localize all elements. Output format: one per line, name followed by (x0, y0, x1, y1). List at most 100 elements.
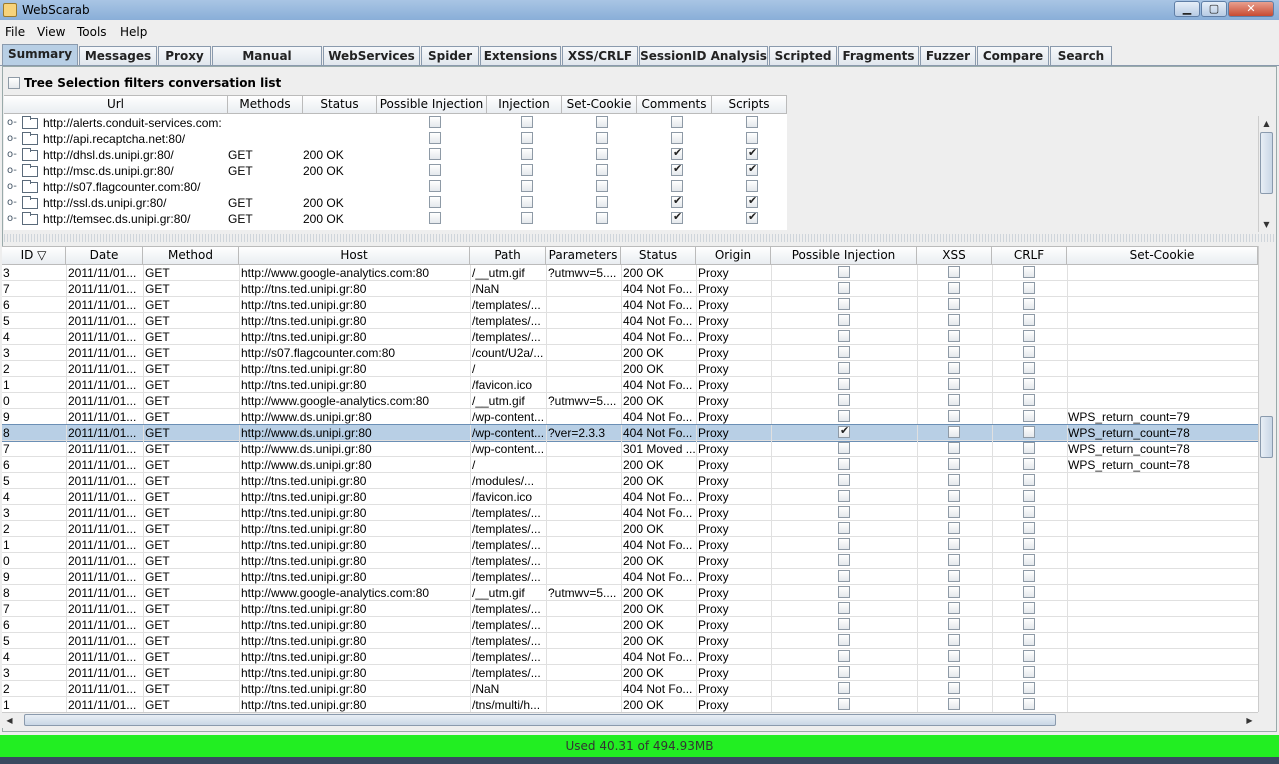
table-row[interactable]: 5 2011/11/01... GET http://tns.ted.unipi.gr… (2, 473, 1258, 489)
tree-row[interactable]: o-http://alerts.conduit-services.com: (4, 115, 787, 131)
tab-fuzzer[interactable]: Fuzzer (920, 46, 976, 66)
table-row[interactable]: 3 2011/11/01... GET http://www.google-analy… (2, 265, 1258, 281)
table-row[interactable]: 7 2011/11/01... GET http://tns.ted.unipi.gr… (2, 281, 1258, 297)
tree-vertical-scrollbar[interactable]: ▲ ▼ (1258, 116, 1274, 232)
tab-summary[interactable]: Summary (2, 44, 78, 66)
maximize-button[interactable]: ▢ (1201, 1, 1227, 17)
col-methods[interactable]: Methods (228, 95, 303, 114)
col-method[interactable]: Method (143, 246, 239, 265)
tree-scroll-thumb[interactable] (1260, 132, 1273, 194)
table-row[interactable]: 9 2011/11/01... GET http://tns.ted.unipi.gr… (2, 569, 1258, 585)
table-row[interactable]: 4 2011/11/01... GET http://tns.ted.unipi.gr… (2, 329, 1258, 345)
menu-view[interactable]: View (37, 25, 65, 39)
table-row[interactable]: 0 2011/11/01... GET http://www.google-analy… (2, 393, 1258, 409)
expand-node-icon[interactable]: o- (7, 149, 19, 160)
table-row[interactable]: 2 2011/11/01... GET http://tns.ted.unipi.gr… (2, 361, 1258, 377)
table-row[interactable]: 5 2011/11/01... GET http://tns.ted.unipi.gr… (2, 633, 1258, 649)
row-host: http://tns.ted.unipi.gr:80 (241, 362, 367, 376)
tree-row[interactable]: o-http://msc.ds.unipi.gr:80/GET 200 OK (4, 162, 787, 179)
table-row[interactable]: 8 2011/11/01... GET http://www.ds.unipi.gr:… (2, 424, 1258, 442)
table-row[interactable]: 2 2011/11/01... GET http://tns.ted.unipi.gr… (2, 521, 1258, 537)
tree-row[interactable]: o-http://temsec.ds.unipi.gr:80/GET 200 OK (4, 210, 787, 227)
col-parameters[interactable]: Parameters (546, 246, 621, 265)
col-path[interactable]: Path (470, 246, 546, 265)
tree-row[interactable]: o-http://api.recaptcha.net:80/ (4, 131, 787, 147)
table-row[interactable]: 9 2011/11/01... GET http://www.ds.unipi.gr:… (2, 409, 1258, 425)
table-row[interactable]: 4 2011/11/01... GET http://tns.ted.unipi.gr… (2, 649, 1258, 665)
table-row[interactable]: 6 2011/11/01... GET http://tns.ted.unipi.gr… (2, 617, 1258, 633)
scroll-up-icon[interactable]: ▲ (1259, 116, 1274, 131)
col-status[interactable]: Status (303, 95, 377, 114)
col-url[interactable]: Url (4, 95, 228, 114)
conversation-horizontal-scrollbar[interactable]: ◀ ▶ (2, 712, 1258, 728)
table-row[interactable]: 3 2011/11/01... GET http://tns.ted.unipi.gr… (2, 505, 1258, 521)
table-row[interactable]: 1 2011/11/01... GET http://tns.ted.unipi.gr… (2, 377, 1258, 393)
expand-node-icon[interactable]: o- (7, 213, 19, 224)
table-row[interactable]: 1 2011/11/01... GET http://tns.ted.unipi.gr… (2, 697, 1258, 712)
table-row[interactable]: 1 2011/11/01... GET http://tns.ted.unipi.gr… (2, 537, 1258, 553)
expand-node-icon[interactable]: o- (7, 117, 19, 128)
scroll-right-icon[interactable]: ▶ (1242, 713, 1257, 728)
conversation-vertical-scrollbar[interactable] (1258, 246, 1274, 712)
tab-search[interactable]: Search (1050, 46, 1112, 66)
scroll-left-icon[interactable]: ◀ (2, 713, 17, 728)
tree-row[interactable]: o-http://ssl.ds.unipi.gr:80/GET 200 OK (4, 194, 787, 211)
col-id[interactable]: ID ▽ (2, 246, 66, 265)
tree-row[interactable]: o-http://dhsl.ds.unipi.gr:80/GET 200 OK (4, 146, 787, 163)
tree-row[interactable]: o-http://s07.flagcounter.com:80/ (4, 179, 787, 195)
col-xss[interactable]: XSS (917, 246, 992, 265)
col-possible-injection-main[interactable]: Possible Injection (771, 246, 917, 265)
table-row[interactable]: 2 2011/11/01... GET http://tns.ted.unipi.gr… (2, 681, 1258, 697)
table-row[interactable]: 6 2011/11/01... GET http://tns.ted.unipi.gr… (2, 297, 1258, 313)
table-row[interactable]: 0 2011/11/01... GET http://tns.ted.unipi.gr… (2, 553, 1258, 569)
table-row[interactable]: 5 2011/11/01... GET http://tns.ted.unipi.gr… (2, 313, 1258, 329)
scroll-down-icon[interactable]: ▼ (1259, 217, 1274, 232)
col-origin[interactable]: Origin (696, 246, 771, 265)
row-flag-checkbox (838, 538, 850, 550)
split-pane-divider[interactable] (4, 234, 1275, 242)
tab-manual-request[interactable]: Manual Request (212, 46, 322, 81)
tab-spider[interactable]: Spider (421, 46, 479, 66)
tab-compare[interactable]: Compare (977, 46, 1049, 66)
table-row[interactable]: 3 2011/11/01... GET http://tns.ted.unipi.gr… (2, 665, 1258, 681)
expand-node-icon[interactable]: o- (7, 181, 19, 192)
tree-filter-checkbox[interactable] (8, 77, 20, 89)
col-host[interactable]: Host (239, 246, 470, 265)
col-possible-injection[interactable]: Possible Injection (377, 95, 487, 114)
table-row[interactable]: 7 2011/11/01... GET http://www.ds.unipi.gr:… (2, 441, 1258, 457)
menu-file[interactable]: File (5, 25, 25, 39)
tree-flag-checkbox (429, 212, 441, 224)
col-status-main[interactable]: Status (621, 246, 696, 265)
col-scripts[interactable]: Scripts (712, 95, 787, 114)
table-row[interactable]: 7 2011/11/01... GET http://tns.ted.unipi.gr… (2, 601, 1258, 617)
expand-node-icon[interactable]: o- (7, 133, 19, 144)
col-date[interactable]: Date (66, 246, 143, 265)
tab-webservices[interactable]: WebServices (323, 46, 420, 66)
horizontal-scroll-thumb[interactable] (24, 714, 1056, 726)
minimize-button[interactable]: ▁ (1174, 1, 1200, 17)
tab-xss-crlf[interactable]: XSS/CRLF (562, 46, 638, 66)
tab-scripted[interactable]: Scripted (769, 46, 837, 66)
conversation-scroll-thumb[interactable] (1260, 416, 1273, 458)
row-origin: Proxy (698, 282, 729, 296)
table-row[interactable]: 3 2011/11/01... GET http://s07.flagcounter.… (2, 345, 1258, 361)
tab-proxy[interactable]: Proxy (158, 46, 211, 66)
tab-fragments[interactable]: Fragments (838, 46, 919, 66)
menu-tools[interactable]: Tools (77, 25, 107, 39)
col-set-cookie-main[interactable]: Set-Cookie (1067, 246, 1258, 265)
col-injection[interactable]: Injection (487, 95, 562, 114)
col-comments[interactable]: Comments (637, 95, 712, 114)
col-crlf[interactable]: CRLF (992, 246, 1067, 265)
expand-node-icon[interactable]: o- (7, 197, 19, 208)
col-set-cookie[interactable]: Set-Cookie (562, 95, 637, 114)
expand-node-icon[interactable]: o- (7, 165, 19, 176)
table-row[interactable]: 8 2011/11/01... GET http://www.google-analy… (2, 585, 1258, 601)
table-row[interactable]: 4 2011/11/01... GET http://tns.ted.unipi.gr… (2, 489, 1258, 505)
tab-messages[interactable]: Messages (79, 46, 157, 66)
close-button[interactable]: ✕ (1228, 1, 1274, 17)
menu-help[interactable]: Help (120, 25, 147, 39)
row-flag-checkbox (838, 458, 850, 470)
table-row[interactable]: 6 2011/11/01... GET http://www.ds.unipi.gr:… (2, 457, 1258, 473)
tab-sessionid-analysis[interactable]: SessionID Analysis (639, 46, 768, 66)
tab-extensions[interactable]: Extensions (480, 46, 561, 66)
